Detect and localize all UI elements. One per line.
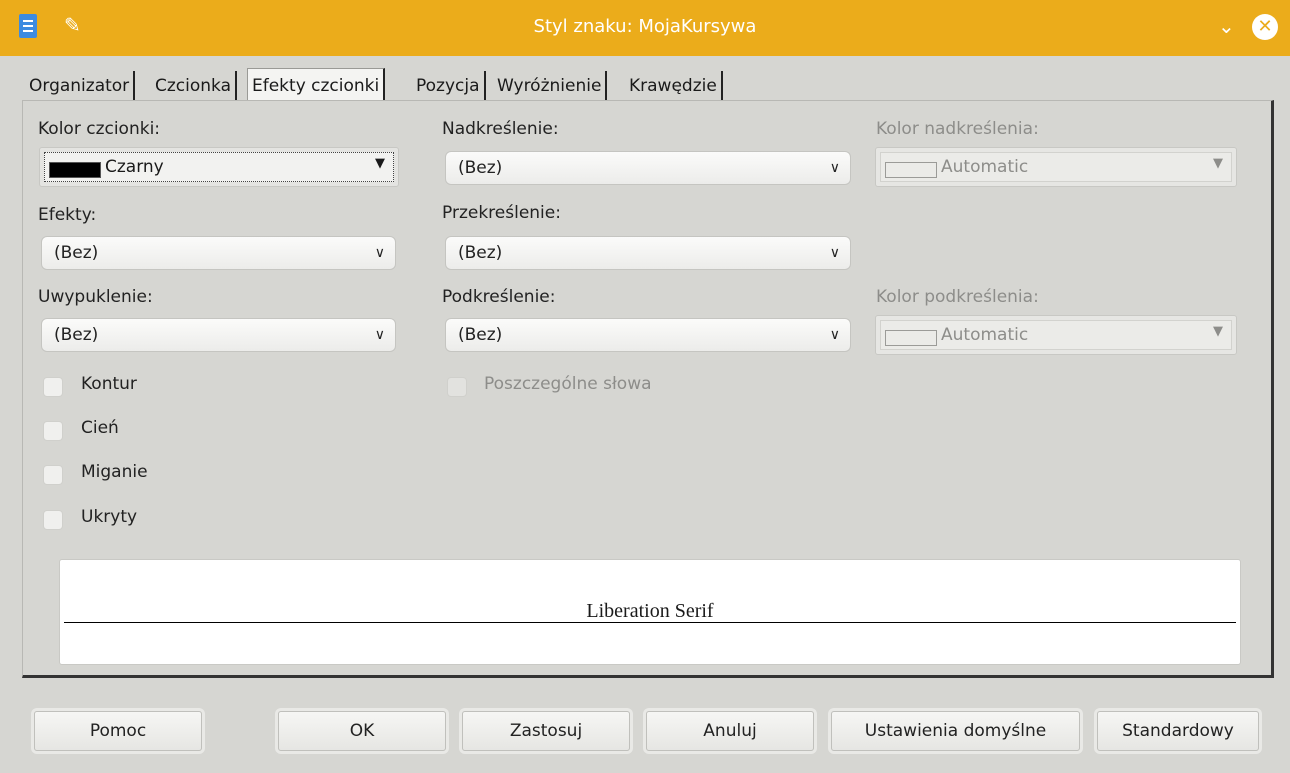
font-color-value: Czarny: [105, 157, 164, 177]
overline-color-label: Kolor nadkreślenia:: [876, 119, 1039, 139]
font-preview: Liberation Serif: [59, 559, 1241, 665]
font-color-label: Kolor czcionki:: [38, 119, 161, 139]
dropdown-arrow-icon: ▼: [1213, 156, 1223, 171]
blinking-checkbox[interactable]: [43, 465, 63, 485]
relief-select[interactable]: (Bez) ∨: [41, 318, 396, 352]
chevron-down-icon: ∨: [829, 160, 840, 176]
effects-select[interactable]: (Bez) ∨: [41, 236, 396, 270]
preview-text: Liberation Serif: [584, 600, 716, 622]
font-effects-panel: Kolor czcionki: Czarny ▼ Efekty: (Bez) ∨…: [22, 100, 1274, 678]
dropdown-arrow-icon: ▼: [1213, 324, 1223, 339]
set-default-button[interactable]: Ustawienia domyślne: [831, 711, 1080, 751]
overline-color-dropdown[interactable]: Automatic ▼: [875, 147, 1237, 187]
close-icon[interactable]: ✕: [1252, 14, 1278, 40]
underline-label: Podkreślenie:: [442, 287, 556, 307]
underline-color-value: Automatic: [941, 325, 1029, 345]
strikethrough-value: (Bez): [458, 243, 503, 263]
apply-button[interactable]: Zastosuj: [462, 711, 630, 751]
overline-color-value: Automatic: [941, 157, 1029, 177]
chevron-down-icon: ∨: [829, 245, 840, 261]
overline-color-swatch: [885, 162, 937, 178]
tab-organizer[interactable]: Organizator: [25, 71, 136, 101]
tab-highlighting[interactable]: Wyróżnienie: [493, 71, 608, 101]
tab-position[interactable]: Pozycja: [412, 71, 486, 101]
effects-label: Efekty:: [38, 205, 97, 225]
underline-color-swatch: [885, 330, 937, 346]
chevron-down-icon: ∨: [374, 245, 385, 261]
underline-color-label: Kolor podkreślenia:: [876, 287, 1039, 307]
individual-words-label: Poszczególne słowa: [484, 374, 652, 394]
overline-label: Nadkreślenie:: [442, 119, 559, 139]
dropdown-arrow-icon: ▼: [375, 156, 385, 171]
overline-value: (Bez): [458, 158, 503, 178]
hidden-checkbox[interactable]: [43, 510, 63, 530]
outline-checkbox[interactable]: [43, 377, 63, 397]
help-button[interactable]: Pomoc: [34, 711, 202, 751]
effects-value: (Bez): [54, 243, 99, 263]
font-color-dropdown[interactable]: Czarny ▼: [39, 147, 399, 187]
relief-value: (Bez): [54, 325, 99, 345]
shadow-checkbox[interactable]: [43, 421, 63, 441]
strikethrough-select[interactable]: (Bez) ∨: [445, 236, 851, 270]
font-color-swatch: [49, 162, 101, 178]
blinking-label: Miganie: [81, 462, 148, 482]
overline-select[interactable]: (Bez) ∨: [445, 151, 851, 185]
underline-color-dropdown[interactable]: Automatic ▼: [875, 315, 1237, 355]
tab-font-effects[interactable]: Efekty czcionki: [247, 68, 386, 102]
ok-button[interactable]: OK: [278, 711, 446, 751]
standard-button[interactable]: Standardowy: [1097, 711, 1259, 751]
shadow-label: Cień: [81, 418, 119, 438]
chevron-down-icon: ∨: [829, 327, 840, 343]
individual-words-checkbox[interactable]: [447, 377, 467, 397]
hidden-label: Ukryty: [81, 507, 138, 527]
chevron-down-icon[interactable]: ⌄: [1218, 14, 1235, 38]
relief-label: Uwypuklenie:: [38, 287, 153, 307]
tab-font[interactable]: Czcionka: [151, 71, 238, 101]
cancel-button[interactable]: Anuluj: [646, 711, 814, 751]
title-bar: ✎ Styl znaku: MojaKursywa ⌄ ✕: [0, 0, 1290, 56]
outline-label: Kontur: [81, 374, 137, 394]
underline-select[interactable]: (Bez) ∨: [445, 318, 851, 352]
strikethrough-label: Przekreślenie:: [442, 203, 561, 223]
window-title: Styl znaku: MojaKursywa: [533, 16, 757, 37]
chevron-down-icon: ∨: [374, 327, 385, 343]
underline-value: (Bez): [458, 325, 503, 345]
tab-borders[interactable]: Krawędzie: [625, 71, 723, 101]
